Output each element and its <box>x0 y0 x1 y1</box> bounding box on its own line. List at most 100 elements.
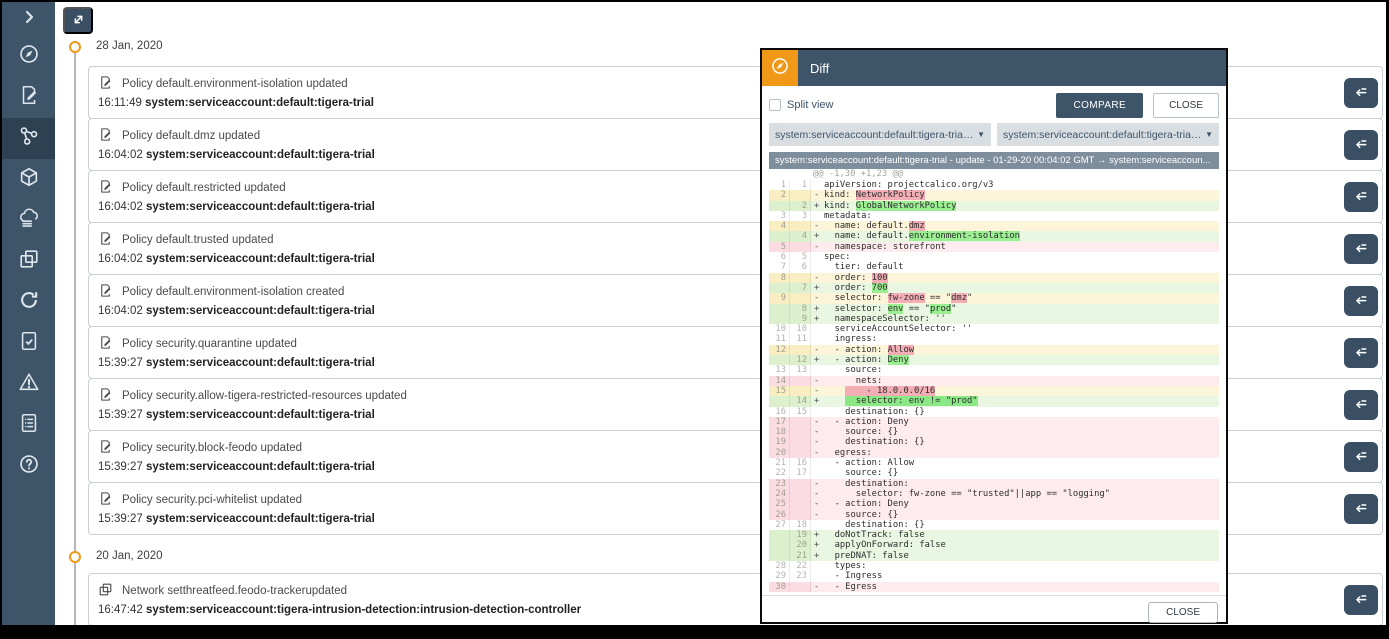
open-diff-button[interactable] <box>1344 286 1378 316</box>
diff-toolbar: Split view COMPARE CLOSE <box>769 92 1219 118</box>
diff-row: 1313 source: <box>769 365 1219 375</box>
old-line-number: 13 <box>769 365 790 375</box>
old-line-number: 15 <box>769 386 790 396</box>
old-line-number <box>769 283 790 293</box>
diff-line-text: nets: <box>824 376 1219 386</box>
left-revision-select[interactable]: system:serviceaccount:default:tigera-tri… <box>769 123 991 146</box>
compass-icon <box>18 43 40 70</box>
sidebar-item-cube[interactable] <box>2 159 55 200</box>
event-time: 16:04:02 <box>98 253 143 265</box>
file-edit-icon <box>18 84 40 111</box>
brand-logo <box>762 50 798 86</box>
diff-row: 1615 destination: {} <box>769 407 1219 417</box>
diff-row: 33metadata: <box>769 211 1219 221</box>
sidebar-item-chevron-right[interactable] <box>2 2 55 36</box>
diff-row: 76 tier: default <box>769 262 1219 272</box>
split-view-checkbox[interactable] <box>769 99 781 111</box>
sidebar-item-file-edit[interactable] <box>2 77 55 118</box>
open-diff-button[interactable] <box>1344 234 1378 264</box>
file-edit-icon <box>98 335 113 353</box>
diff-comparison-header: system:serviceaccount:default:tigera-tri… <box>769 152 1219 169</box>
alert-triangle-icon <box>18 371 40 398</box>
new-line-number: 21 <box>790 551 811 561</box>
diff-marker <box>811 262 824 272</box>
old-line-number <box>769 304 790 314</box>
new-line-number <box>790 221 811 231</box>
file-edit-icon <box>98 491 113 509</box>
diff-row: 30- - Egress <box>769 582 1219 592</box>
diff-row: 2718 destination: {} <box>769 520 1219 530</box>
sidebar-item-network[interactable] <box>2 118 55 159</box>
sidebar-item-help[interactable] <box>2 446 55 487</box>
diff-line-text: name: default.environment-isolation <box>824 231 1219 241</box>
event-title: Policy default.trusted updated <box>122 234 274 246</box>
file-edit-icon <box>98 283 113 301</box>
diff-row: 23- destination: <box>769 479 1219 489</box>
new-line-number: 10 <box>790 324 811 334</box>
diff-row: 8- order: 100 <box>769 273 1219 283</box>
open-diff-button[interactable] <box>1344 390 1378 420</box>
new-line-number <box>790 427 811 437</box>
new-line-number: 9 <box>790 314 811 324</box>
diff-line-text: source: {} <box>824 468 1219 478</box>
old-line-number: 21 <box>769 458 790 468</box>
old-line-number: 1 <box>769 180 790 190</box>
old-line-number: 17 <box>769 417 790 427</box>
sidebar-item-file-check[interactable] <box>2 323 55 364</box>
diff-marker <box>811 571 824 581</box>
open-diff-button[interactable] <box>1344 78 1378 108</box>
new-line-number <box>790 510 811 520</box>
diff-icon <box>1353 395 1369 414</box>
cube-icon <box>18 166 40 193</box>
sidebar-item-report[interactable] <box>2 405 55 446</box>
file-check-icon <box>18 330 40 357</box>
right-revision-select[interactable]: system:serviceaccount:default:tigera-tri… <box>997 123 1219 146</box>
diff-marker <box>811 561 824 571</box>
sidebar-item-alert-triangle[interactable] <box>2 364 55 405</box>
sidebar-item-layers[interactable] <box>2 241 55 282</box>
diff-row: 5- namespace: storefront <box>769 242 1219 252</box>
diff-row: 7+ order: 700 <box>769 283 1219 293</box>
diff-line-text: name: default.dmz <box>824 221 1219 231</box>
close-button-top[interactable]: CLOSE <box>1153 93 1219 118</box>
diff-row: 19- destination: {} <box>769 437 1219 447</box>
diff-marker: + <box>811 530 824 540</box>
open-diff-button[interactable] <box>1344 494 1378 524</box>
expand-timeline-button[interactable] <box>63 7 93 34</box>
old-line-number: 4 <box>769 221 790 231</box>
new-line-number <box>790 190 811 200</box>
new-line-number <box>790 489 811 499</box>
old-line-number <box>769 396 790 406</box>
diff-marker <box>811 334 824 344</box>
open-diff-button[interactable] <box>1344 442 1378 472</box>
open-diff-button[interactable] <box>1344 130 1378 160</box>
event-title: Policy security.block-feodo updated <box>122 442 302 454</box>
new-line-number: 14 <box>790 396 811 406</box>
event-account: system:serviceaccount:default:tigera-tri… <box>146 201 375 213</box>
close-button-bottom[interactable]: CLOSE <box>1148 602 1218 623</box>
sidebar-item-refresh[interactable] <box>2 282 55 323</box>
hunk-header: @@ -1,30 +1,23 @@ <box>769 169 1219 180</box>
diff-row: 24- selector: fw-zone == "trusted"||app … <box>769 489 1219 499</box>
old-line-number: 25 <box>769 499 790 509</box>
old-line-number: 5 <box>769 242 790 252</box>
split-view-toggle[interactable]: Split view <box>769 99 833 111</box>
chevron-down-icon: ▼ <box>977 130 985 139</box>
old-line-number: 2 <box>769 190 790 200</box>
open-diff-button[interactable] <box>1344 182 1378 212</box>
diff-row: 2116 - action: Allow <box>769 458 1219 468</box>
diff-row: 25- - action: Deny <box>769 499 1219 509</box>
diff-marker: - <box>811 489 824 499</box>
new-line-number: 23 <box>790 571 811 581</box>
diff-line-text: order: 100 <box>824 273 1219 283</box>
diff-marker <box>811 468 824 478</box>
sidebar-item-cloud-stack[interactable] <box>2 200 55 241</box>
sidebar-item-compass[interactable] <box>2 36 55 77</box>
open-diff-button[interactable] <box>1344 338 1378 368</box>
old-line-number: 11 <box>769 334 790 344</box>
open-diff-button[interactable] <box>1344 585 1378 615</box>
new-line-number: 19 <box>790 530 811 540</box>
compare-button[interactable]: COMPARE <box>1056 93 1143 118</box>
event-account: system:serviceaccount:default:tigera-tri… <box>145 97 374 109</box>
diff-marker: + <box>811 540 824 550</box>
